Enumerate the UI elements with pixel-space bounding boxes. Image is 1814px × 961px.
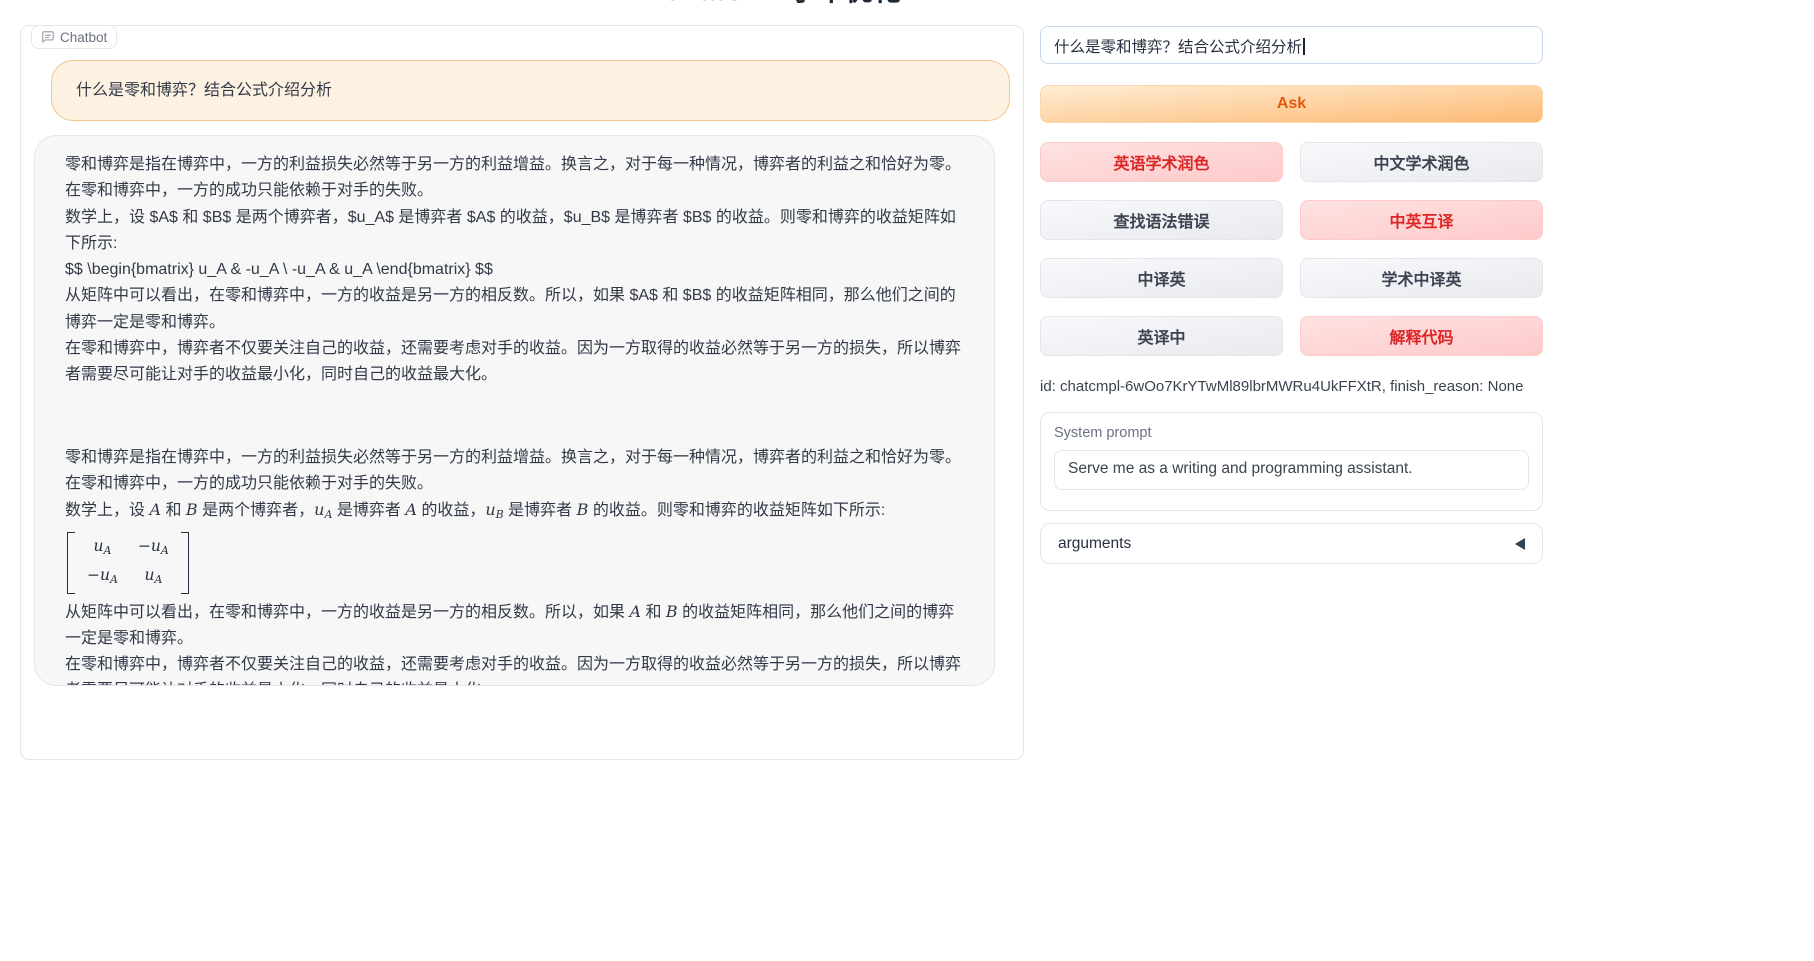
arguments-accordion[interactable]: arguments	[1040, 523, 1543, 564]
btn-chinese-academic-polish[interactable]: 中文学术润色	[1300, 142, 1543, 182]
bot-message-raw-block: 零和博弈是指在博弈中，一方的利益损失必然等于另一方的利益增益。换言之，对于每一种…	[65, 152, 964, 389]
system-prompt-panel: System prompt Serve me as a writing and …	[1040, 412, 1543, 511]
bot-raw-paragraph: 从矩阵中可以看出，在零和博弈中，一方的收益是另一方的相反数。所以，如果 $A$ …	[65, 283, 964, 336]
matrix-bracket-left	[67, 532, 75, 594]
chatbot-label: Chatbot	[31, 25, 117, 49]
ask-button[interactable]: Ask	[1040, 85, 1543, 123]
text-caret	[1303, 38, 1305, 55]
matrix-bracket-right	[181, 532, 189, 594]
btn-find-grammar-errors[interactable]: 查找语法错误	[1040, 200, 1283, 240]
system-prompt-label: System prompt	[1054, 425, 1529, 441]
btn-en-to-zh[interactable]: 英译中	[1040, 316, 1283, 356]
matrix-grid: uA −uA −uA uA	[75, 532, 181, 594]
btn-explain-code[interactable]: 解释代码	[1300, 316, 1543, 356]
bot-rendered-paragraph: 从矩阵中可以看出，在零和博弈中，一方的收益是另一方的相反数。所以，如果 A 和 …	[65, 599, 964, 653]
page-title-clipped: ChatGPT 学术优化	[20, 0, 1543, 9]
page-title: ChatGPT 学术优化	[20, 0, 1543, 8]
bot-rendered-paragraph: 在零和博弈中，博弈者不仅要关注自己的收益，还需要考虑对手的收益。因为一方取得的收…	[65, 652, 964, 686]
bot-raw-paragraph: 数学上，设 $A$ 和 $B$ 是两个博弈者，$u_A$ 是博弈者 $A$ 的收…	[65, 205, 964, 258]
btn-zh-to-en[interactable]: 中译英	[1040, 258, 1283, 298]
bot-raw-latex-line: $$ \begin{bmatrix} u_A & -u_A \ -u_A & u…	[65, 257, 964, 283]
matrix-cell: uA	[138, 563, 169, 592]
bot-rendered-paragraph: 零和博弈是指在博弈中，一方的利益损失必然等于另一方的利益增益。换言之，对于每一种…	[65, 445, 964, 498]
user-message-bubble: 什么是零和博弈？结合公式介绍分析	[51, 60, 1010, 121]
matrix-cell: −uA	[87, 563, 118, 592]
system-prompt-input[interactable]: Serve me as a writing and programming as…	[1054, 450, 1529, 490]
accordion-collapse-icon[interactable]	[1515, 538, 1525, 550]
user-message-text: 什么是零和博弈？结合公式介绍分析	[52, 61, 1009, 121]
bot-message-bubble: 零和博弈是指在博弈中，一方的利益损失必然等于另一方的利益增益。换言之，对于每一种…	[34, 135, 995, 686]
bot-message-rendered-block: 零和博弈是指在博弈中，一方的利益损失必然等于另一方的利益增益。换言之，对于每一种…	[65, 445, 964, 686]
bot-raw-paragraph: 零和博弈是指在博弈中，一方的利益损失必然等于另一方的利益增益。换言之，对于每一种…	[65, 152, 964, 205]
status-line: id: chatcmpl-6wOo7KrYTwMl89lbrMWRu4UkFFX…	[1040, 378, 1560, 395]
btn-english-academic-polish[interactable]: 英语学术润色	[1040, 142, 1283, 182]
btn-academic-zh-to-en[interactable]: 学术中译英	[1300, 258, 1543, 298]
chat-bubble-icon	[41, 30, 55, 44]
question-input-value: 什么是零和博弈？结合公式介绍分析	[1054, 39, 1302, 56]
btn-zh-en-mutual-translate[interactable]: 中英互译	[1300, 200, 1543, 240]
bot-raw-paragraph: 在零和博弈中，博弈者不仅要关注自己的收益，还需要考虑对手的收益。因为一方取得的收…	[65, 336, 964, 389]
payoff-matrix: uA −uA −uA uA	[67, 532, 189, 594]
matrix-cell: −uA	[138, 534, 169, 563]
function-button-grid: 英语学术润色 中文学术润色 查找语法错误 中英互译 中译英 学术中译英 英译中 …	[1040, 142, 1543, 356]
question-input[interactable]: 什么是零和博弈？结合公式介绍分析	[1040, 26, 1543, 64]
matrix-cell: uA	[87, 534, 118, 563]
chatbot-panel: Chatbot 什么是零和博弈？结合公式介绍分析 零和博弈是指在博弈中，一方的利…	[20, 25, 1024, 760]
bot-rendered-paragraph: 数学上，设 A 和 B 是两个博弈者，uA 是博弈者 A 的收益，uB 是博弈者…	[65, 497, 964, 528]
chatbot-label-text: Chatbot	[60, 30, 107, 45]
arguments-accordion-label: arguments	[1058, 535, 1131, 553]
